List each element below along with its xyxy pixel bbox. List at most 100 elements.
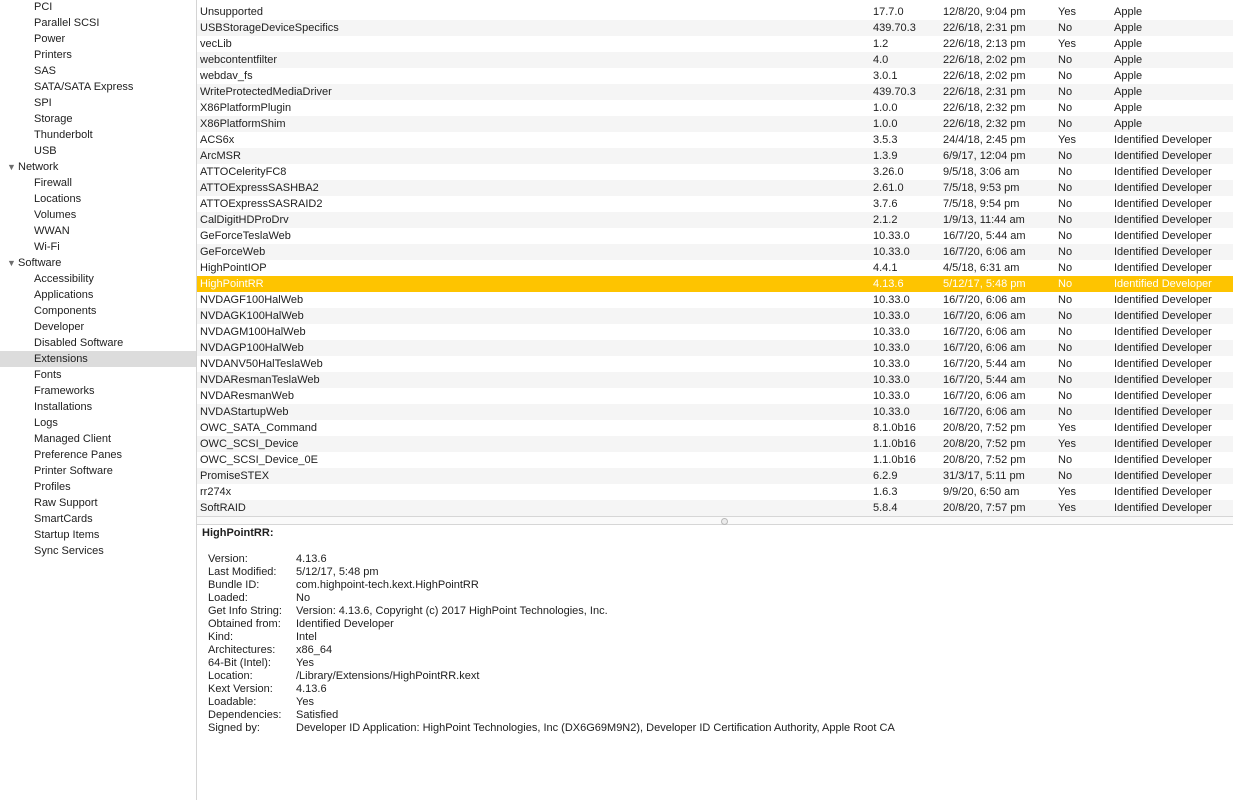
- cell-modified: 22/6/18, 2:02 pm: [943, 54, 1026, 66]
- table-row[interactable]: OWC_SATA_Command 8.1.0b16 20/8/20, 7:52 pm…: [197, 420, 1233, 436]
- cell-name: OWC_SCSI_Device_0E: [200, 454, 318, 466]
- sidebar-group[interactable]: ▼ Network: [0, 159, 196, 175]
- sidebar-item[interactable]: Developer: [0, 319, 196, 335]
- disclosure-triangle-icon[interactable]: ▼: [7, 159, 16, 175]
- cell-name: CalDigitHDProDrv: [200, 214, 289, 226]
- sidebar-item[interactable]: PCI: [0, 0, 196, 15]
- table-row[interactable]: rr274x 1.6.3 9/9/20, 6:50 am Yes Identified …: [197, 484, 1233, 500]
- sidebar-item[interactable]: Extensions: [0, 351, 196, 367]
- sidebar-item[interactable]: Firewall: [0, 175, 196, 191]
- sidebar-item[interactable]: SAS: [0, 63, 196, 79]
- sidebar-item[interactable]: Managed Client: [0, 431, 196, 447]
- cell-name: NVDAGP100HalWeb: [200, 342, 304, 354]
- detail-field-key: Kind:: [208, 631, 234, 643]
- table-row[interactable]: NVDAGP100HalWeb 10.33.0 16/7/20, 6:06 am No…: [197, 340, 1233, 356]
- cell-version: 10.33.0: [873, 406, 910, 418]
- sidebar-item[interactable]: USB: [0, 143, 196, 159]
- sidebar-item[interactable]: Disabled Software: [0, 335, 196, 351]
- sidebar-item[interactable]: Storage: [0, 111, 196, 127]
- sidebar-item[interactable]: Applications: [0, 287, 196, 303]
- sidebar-item-label: Frameworks: [34, 385, 95, 397]
- sidebar-item[interactable]: Raw Support: [0, 495, 196, 511]
- table-row[interactable]: USBStorageDeviceSpecifics 439.70.3 22/6/18…: [197, 20, 1233, 36]
- cell-modified: 24/4/18, 2:45 pm: [943, 134, 1026, 146]
- sidebar-item[interactable]: Logs: [0, 415, 196, 431]
- table-row[interactable]: NVDAGM100HalWeb 10.33.0 16/7/20, 6:06 am No…: [197, 324, 1233, 340]
- table-row[interactable]: NVDAResmanWeb 10.33.0 16/7/20, 6:06 am No Id…: [197, 388, 1233, 404]
- table-row-selected[interactable]: HighPointRR 4.13.6 5/12/17, 5:48 pm No Ident…: [197, 276, 1233, 292]
- sidebar-item[interactable]: Preference Panes: [0, 447, 196, 463]
- cell-modified: 22/6/18, 2:31 pm: [943, 86, 1026, 98]
- sidebar-item-label: WWAN: [34, 225, 70, 237]
- sidebar-item[interactable]: SATA/SATA Express: [0, 79, 196, 95]
- table-row[interactable]: webcontentfilter 4.0 22/6/18, 2:02 pm No App…: [197, 52, 1233, 68]
- cell-name: USBStorageDeviceSpecifics: [200, 22, 339, 34]
- cell-modified: 20/8/20, 7:52 pm: [943, 422, 1026, 434]
- sidebar-item[interactable]: Wi-Fi: [0, 239, 196, 255]
- cell-modified: 16/7/20, 5:44 am: [943, 374, 1026, 386]
- split-divider[interactable]: [197, 516, 1233, 525]
- sidebar-item[interactable]: Frameworks: [0, 383, 196, 399]
- table-row[interactable]: OWC_SCSI_Device 1.1.0b16 20/8/20, 7:52 pm Y…: [197, 436, 1233, 452]
- sidebar-item[interactable]: Parallel SCSI: [0, 15, 196, 31]
- sidebar-item[interactable]: Fonts: [0, 367, 196, 383]
- sidebar-item[interactable]: Components: [0, 303, 196, 319]
- cell-modified: 20/8/20, 7:52 pm: [943, 438, 1026, 450]
- cell-name: X86PlatformShim: [200, 118, 286, 130]
- sidebar-item[interactable]: Accessibility: [0, 271, 196, 287]
- cell-modified: 16/7/20, 6:06 am: [943, 326, 1026, 338]
- cell-modified: 22/6/18, 2:32 pm: [943, 118, 1026, 130]
- cell-name: vecLib: [200, 38, 232, 50]
- cell-modified: 16/7/20, 5:44 am: [943, 230, 1026, 242]
- cell-version: 10.33.0: [873, 310, 910, 322]
- sidebar-item[interactable]: Printer Software: [0, 463, 196, 479]
- table-row[interactable]: CalDigitHDProDrv 2.1.2 1/9/13, 11:44 am No I…: [197, 212, 1233, 228]
- cell-obtained-from: Apple: [1114, 54, 1143, 66]
- cell-notarized: No: [1058, 326, 1073, 338]
- table-row[interactable]: SoftRAID 5.8.4 20/8/20, 7:57 pm Yes Identifi…: [197, 500, 1233, 516]
- table-row[interactable]: Unsupported 17.7.0 12/8/20, 9:04 pm Yes Appl…: [197, 4, 1233, 20]
- sidebar-item[interactable]: Locations: [0, 191, 196, 207]
- sidebar-item[interactable]: WWAN: [0, 223, 196, 239]
- sidebar-item[interactable]: Printers: [0, 47, 196, 63]
- table-row[interactable]: ATTOCelerityFC8 3.26.0 9/5/18, 3:06 am No Id…: [197, 164, 1233, 180]
- table-row[interactable]: WriteProtectedMediaDriver 439.70.3 22/6/18…: [197, 84, 1233, 100]
- sidebar-group[interactable]: ▼ Software: [0, 255, 196, 271]
- table-row[interactable]: NVDAResmanTeslaWeb 10.33.0 16/7/20, 5:44 a…: [197, 372, 1233, 388]
- table-row[interactable]: GeForceWeb 10.33.0 16/7/20, 6:06 am No Ident…: [197, 244, 1233, 260]
- table-row[interactable]: NVDAStartupWeb 10.33.0 16/7/20, 6:06 am No I…: [197, 404, 1233, 420]
- table-row[interactable]: ATTOExpressSASHBA2 2.61.0 7/5/18, 9:53 pm N…: [197, 180, 1233, 196]
- sidebar-item[interactable]: Power: [0, 31, 196, 47]
- table-row[interactable]: NVDANV50HalTeslaWeb 10.33.0 16/7/20, 5:44 …: [197, 356, 1233, 372]
- disclosure-triangle-icon[interactable]: ▼: [7, 255, 16, 271]
- table-row[interactable]: GeForceTeslaWeb 10.33.0 16/7/20, 5:44 am No…: [197, 228, 1233, 244]
- cell-modified: 16/7/20, 6:06 am: [943, 246, 1026, 258]
- cell-obtained-from: Identified Developer: [1114, 486, 1212, 498]
- sidebar-item[interactable]: Sync Services: [0, 543, 196, 559]
- sidebar-item-label: Components: [34, 305, 97, 317]
- table-row[interactable]: X86PlatformPlugin 1.0.0 22/6/18, 2:32 pm No…: [197, 100, 1233, 116]
- table-row[interactable]: HighPointIOP 4.4.1 4/5/18, 6:31 am No Identi…: [197, 260, 1233, 276]
- sidebar-item[interactable]: SmartCards: [0, 511, 196, 527]
- table-row[interactable]: webdav_fs 3.0.1 22/6/18, 2:02 pm No Apple: [197, 68, 1233, 84]
- sidebar-item[interactable]: Thunderbolt: [0, 127, 196, 143]
- cell-name: NVDAGK100HalWeb: [200, 310, 304, 322]
- detail-field-value: Version: 4.13.6, Copyright (c) 2017 High…: [296, 605, 608, 617]
- cell-notarized: No: [1058, 358, 1073, 370]
- table-row[interactable]: NVDAGF100HalWeb 10.33.0 16/7/20, 6:06 am No…: [197, 292, 1233, 308]
- sidebar-item[interactable]: Profiles: [0, 479, 196, 495]
- cell-notarized: No: [1058, 454, 1073, 466]
- sidebar-item[interactable]: Startup Items: [0, 527, 196, 543]
- table-row[interactable]: PromiseSTEX 6.2.9 31/3/17, 5:11 pm No Identi…: [197, 468, 1233, 484]
- table-row[interactable]: OWC_SCSI_Device_0E 1.1.0b16 20/8/20, 7:52 …: [197, 452, 1233, 468]
- sidebar-item[interactable]: SPI: [0, 95, 196, 111]
- table-row[interactable]: ArcMSR 1.3.9 6/9/17, 12:04 pm No Identified …: [197, 148, 1233, 164]
- sidebar-item[interactable]: Installations: [0, 399, 196, 415]
- table-row[interactable]: ATTOExpressSASRAID2 3.7.6 7/5/18, 9:54 pm N…: [197, 196, 1233, 212]
- table-row[interactable]: ACS6x 3.5.3 24/4/18, 2:45 pm Yes Identified …: [197, 132, 1233, 148]
- table-row[interactable]: X86PlatformShim 1.0.0 22/6/18, 2:32 pm No Ap…: [197, 116, 1233, 132]
- sidebar-item[interactable]: Volumes: [0, 207, 196, 223]
- table-row[interactable]: vecLib 1.2 22/6/18, 2:13 pm Yes Apple: [197, 36, 1233, 52]
- table-row[interactable]: NVDAGK100HalWeb 10.33.0 16/7/20, 6:06 am No…: [197, 308, 1233, 324]
- split-handle-icon[interactable]: [721, 518, 728, 525]
